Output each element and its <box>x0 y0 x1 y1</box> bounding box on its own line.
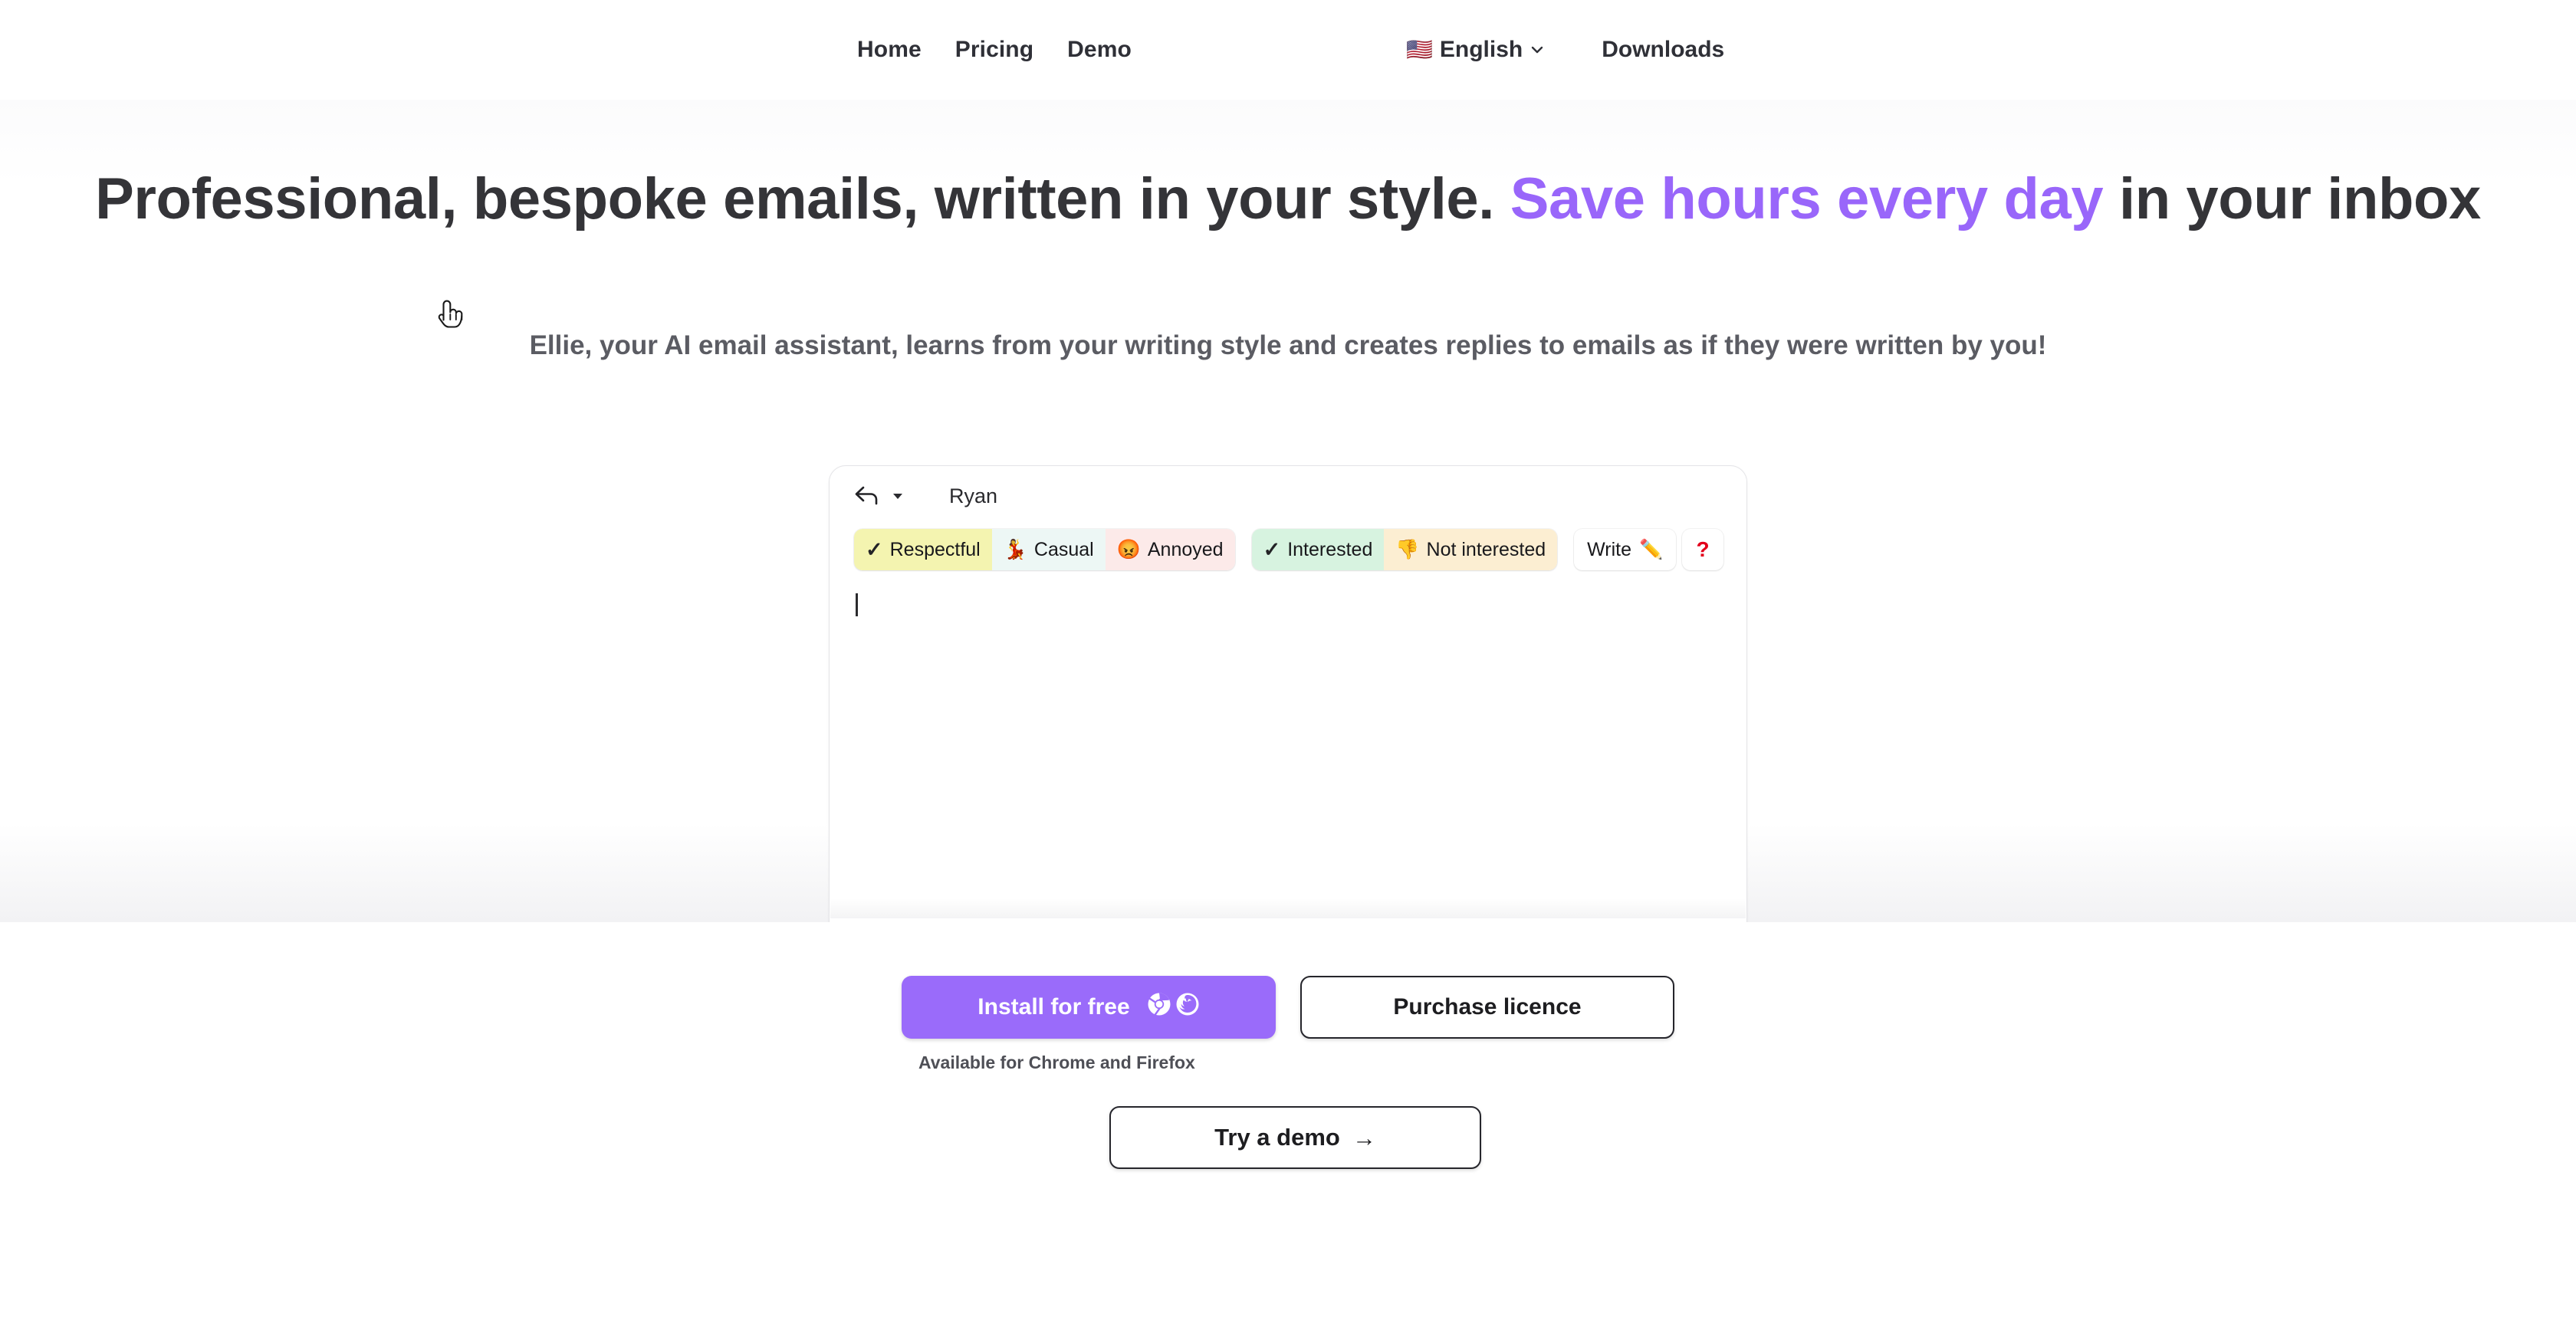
thumbs-down-icon: 👎 <box>1395 538 1420 560</box>
headline-text-1: Professional, bespoke emails, written in… <box>95 166 1510 231</box>
chevron-down-icon <box>1530 42 1545 57</box>
tone-group-intent: ✓ Interested 👎 Not interested <box>1251 529 1558 570</box>
chrome-icon <box>1147 992 1171 1023</box>
tone-button-label: Interested <box>1287 538 1373 560</box>
language-label: English <box>1439 37 1523 62</box>
compose-textarea[interactable] <box>830 589 1746 918</box>
tone-toolbar: ✓ Respectful 💃 Casual 😡 Annoyed ✓ Intere… <box>830 526 1746 573</box>
arrow-right-icon: → <box>1352 1124 1376 1151</box>
try-a-demo-button[interactable]: Try a demo → <box>1109 1106 1481 1169</box>
language-selector[interactable]: 🇺🇸 English <box>1395 37 1556 63</box>
tone-button-annoyed[interactable]: 😡 Annoyed <box>1105 529 1235 570</box>
tone-button-casual[interactable]: 💃 Casual <box>991 529 1106 570</box>
help-button[interactable]: ? <box>1682 529 1723 570</box>
recipient-name: Ryan <box>949 484 998 507</box>
purchase-licence-button[interactable]: Purchase licence <box>1300 976 1674 1039</box>
hero-subtitle: Ellie, your AI email assistant, learns f… <box>529 330 2047 360</box>
tone-button-label: Annoyed <box>1147 538 1224 560</box>
header-right-group: 🇺🇸 English Downloads <box>1395 0 1740 100</box>
tone-group-style: ✓ Respectful 💃 Casual 😡 Annoyed <box>854 529 1235 570</box>
nav-link-downloads[interactable]: Downloads <box>1586 37 1740 63</box>
email-composer-card: Ryan ✓ Respectful 💃 Casual 😡 Annoyed ✓ I… <box>829 465 1747 922</box>
demo-button-label: Try a demo <box>1214 1124 1340 1151</box>
page-root: Home Pricing Demo 🇺🇸 English Downloads P… <box>0 0 2576 1343</box>
nav-link-home[interactable]: Home <box>840 37 938 63</box>
install-button-label: Install for free <box>978 994 1130 1020</box>
headline-text-2: in your inbox <box>2103 166 2481 231</box>
reply-arrow-icon[interactable] <box>854 484 880 507</box>
dancer-icon: 💃 <box>1003 538 1027 560</box>
check-icon: ✓ <box>1263 537 1281 561</box>
pencil-icon: ✏️ <box>1639 538 1664 560</box>
tone-button-label: Casual <box>1033 538 1094 560</box>
tone-button-respectful[interactable]: ✓ Respectful <box>854 529 992 570</box>
tone-button-label: Respectful <box>889 538 981 560</box>
site-header: Home Pricing Demo 🇺🇸 English Downloads <box>0 0 2576 100</box>
reply-options-caret-icon[interactable] <box>889 488 906 504</box>
tone-button-label: Not interested <box>1426 538 1546 560</box>
cta-button-row: Install for free Purchase licence <box>0 976 2576 1039</box>
nav-link-pricing[interactable]: Pricing <box>938 37 1050 63</box>
write-button[interactable]: Write ✏️ <box>1574 529 1677 570</box>
tone-button-interested[interactable]: ✓ Interested <box>1251 529 1385 570</box>
us-flag-icon: 🇺🇸 <box>1406 38 1433 61</box>
angry-face-icon: 😡 <box>1116 538 1141 560</box>
primary-nav: Home Pricing Demo <box>840 0 1148 100</box>
check-icon: ✓ <box>866 537 883 561</box>
hero-section: Professional, bespoke emails, written in… <box>0 100 2576 922</box>
nav-link-demo[interactable]: Demo <box>1050 37 1148 63</box>
firefox-icon <box>1175 992 1200 1023</box>
write-button-label: Write <box>1587 538 1632 560</box>
page-title: Professional, bespoke emails, written in… <box>0 166 2576 234</box>
availability-note: Available for Chrome and Firefox <box>918 1052 1195 1072</box>
text-caret <box>856 593 858 616</box>
install-for-free-button[interactable]: Install for free <box>902 976 1276 1039</box>
headline-accent: Save hours every day <box>1510 166 2104 231</box>
purchase-button-label: Purchase licence <box>1393 994 1582 1020</box>
composer-header: Ryan <box>830 466 1746 526</box>
browser-icon-group <box>1147 992 1200 1023</box>
tone-button-not-interested[interactable]: 👎 Not interested <box>1384 529 1558 570</box>
compose-bottom-fade <box>830 898 1746 918</box>
